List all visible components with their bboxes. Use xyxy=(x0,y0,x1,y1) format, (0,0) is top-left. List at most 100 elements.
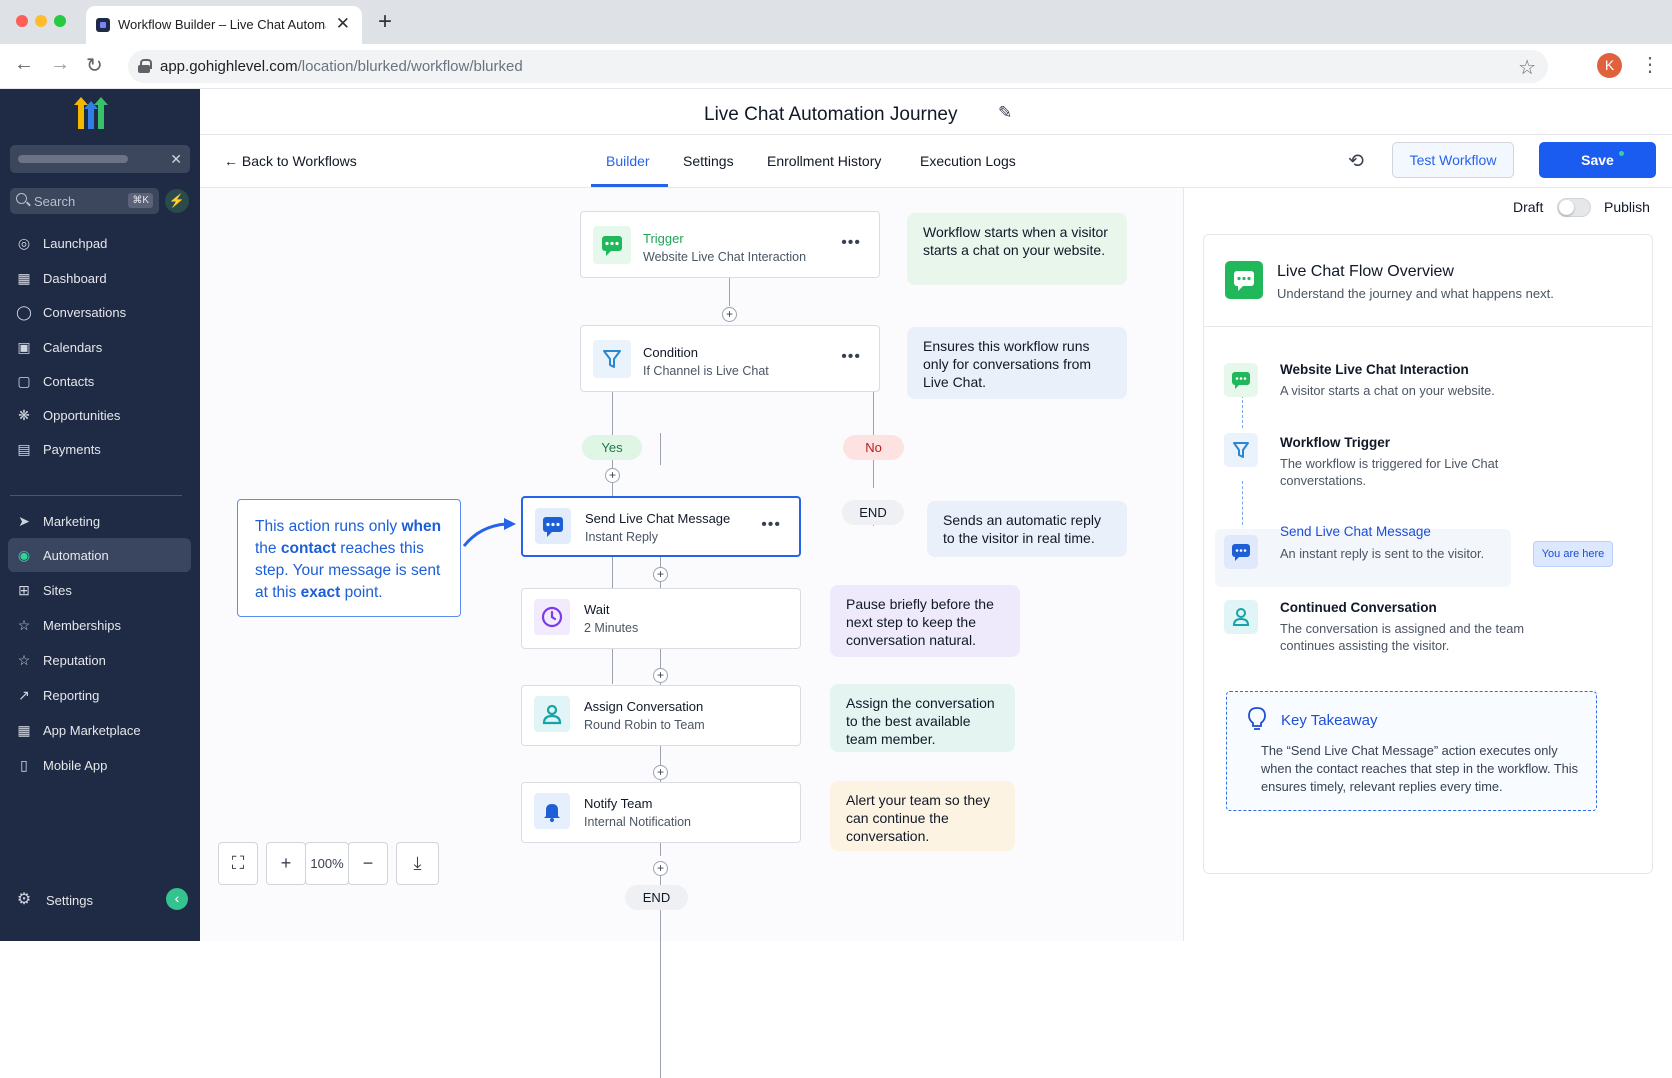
sidebar-item-contacts[interactable]: ▢ Contacts xyxy=(8,364,191,398)
sidebar-item-dashboard[interactable]: ▦ Dashboard xyxy=(8,261,191,295)
callout-arrow-icon xyxy=(462,518,516,547)
sidebar-item-sites[interactable]: ⊞ Sites xyxy=(8,573,191,607)
node-more-icon[interactable]: ••• xyxy=(841,234,861,252)
version-history-icon[interactable]: ⟲ xyxy=(1348,150,1364,173)
sidebar-item-reporting[interactable]: ↗ Reporting xyxy=(8,678,191,712)
sidebar-item-launchpad[interactable]: ◎ Launchpad xyxy=(8,226,191,260)
tab-settings[interactable]: Settings xyxy=(683,153,734,169)
trigger-node[interactable]: Trigger Website Live Chat Interaction ••… xyxy=(580,211,880,278)
browser-tab[interactable]: Workflow Builder – Live Chat Automation … xyxy=(86,6,362,44)
send-note: Sends an automatic reply to the visitor … xyxy=(927,501,1127,557)
add-step-button[interactable]: + xyxy=(653,668,668,683)
condition-note: Ensures this workflow runs only for conv… xyxy=(907,327,1127,399)
sidebar-item-payments[interactable]: ▤ Payments xyxy=(8,432,191,466)
add-step-button[interactable]: + xyxy=(605,468,620,483)
step-title: Workflow Trigger xyxy=(1280,435,1391,450)
sidebar-item-marketing[interactable]: ➤ Marketing xyxy=(8,504,191,538)
sidebar-item-settings[interactable]: ⚙ Settings xyxy=(8,883,191,917)
tab-title: Workflow Builder – Live Chat Automation … xyxy=(118,17,326,32)
browser-menu-icon[interactable]: ⋮ xyxy=(1640,52,1660,77)
star-outline-icon: ☆ xyxy=(17,652,31,668)
close-window-button[interactable] xyxy=(16,15,28,27)
sidebar-item-reputation[interactable]: ☆ Reputation xyxy=(8,643,191,677)
url-field[interactable]: app.gohighlevel.com/location/blurked/wor… xyxy=(128,50,1548,83)
node-more-icon[interactable]: ••• xyxy=(761,516,781,534)
sidebar-item-label: Mobile App xyxy=(43,758,108,773)
location-switcher[interactable]: ✕ xyxy=(10,145,190,173)
sidebar-item-label: Opportunities xyxy=(43,408,121,423)
tab-enrollment-history[interactable]: Enrollment History xyxy=(767,153,881,169)
wait-node[interactable]: Wait 2 Minutes xyxy=(521,588,801,649)
sidebar-item-calendars[interactable]: ▣ Calendars xyxy=(8,330,191,364)
quick-actions-bolt-icon[interactable]: ⚡ xyxy=(165,189,189,213)
save-button[interactable]: Save xyxy=(1539,142,1656,178)
search-placeholder: Search xyxy=(34,194,76,209)
reload-icon[interactable]: ↻ xyxy=(86,53,103,78)
sidebar-item-label: Payments xyxy=(43,442,101,457)
overview-panel: Draft Publish Live Chat Flow Overview Un… xyxy=(1183,188,1672,941)
step-title: Website Live Chat Interaction xyxy=(1280,362,1469,377)
zoom-in-button[interactable]: + xyxy=(266,842,306,885)
back-arrow-icon[interactable]: ← xyxy=(14,53,34,76)
notify-team-node[interactable]: Notify Team Internal Notification xyxy=(521,782,801,843)
send-live-chat-node[interactable]: Send Live Chat Message Instant Reply ••• xyxy=(521,496,801,557)
node-more-icon[interactable]: ••• xyxy=(841,348,861,366)
test-workflow-button[interactable]: Test Workflow xyxy=(1392,142,1514,178)
edit-pencil-icon[interactable]: ✎ xyxy=(998,103,1012,123)
forward-arrow-icon[interactable]: → xyxy=(50,53,70,76)
publish-toggle[interactable] xyxy=(1557,198,1591,217)
profile-avatar[interactable]: K xyxy=(1597,53,1622,78)
bell-icon xyxy=(534,793,570,829)
node-title: Trigger xyxy=(643,231,684,246)
node-title: Send Live Chat Message xyxy=(585,511,731,526)
assign-conversation-node[interactable]: Assign Conversation Round Robin to Team xyxy=(521,685,801,746)
clear-location-icon[interactable]: ✕ xyxy=(170,151,182,168)
download-button[interactable]: ⤓ xyxy=(396,842,439,885)
workflow-title: Live Chat Automation Journey xyxy=(704,104,958,125)
sidebar-search[interactable]: Search ⌘K xyxy=(10,188,159,214)
timeline-connector xyxy=(1242,481,1243,525)
node-title: Condition xyxy=(643,345,698,360)
close-tab-icon[interactable]: ✕ xyxy=(336,14,350,34)
sidebar-item-conversations[interactable]: ◯ Conversations xyxy=(8,295,191,329)
new-tab-icon[interactable]: + xyxy=(378,8,392,36)
sidebar-item-opportunities[interactable]: ❋ Opportunities xyxy=(8,398,191,432)
zoom-out-button[interactable]: − xyxy=(348,842,388,885)
search-shortcut: ⌘K xyxy=(128,193,153,208)
sidebar-item-label: Reporting xyxy=(43,688,100,703)
user-step-icon xyxy=(1224,600,1258,634)
maximize-window-button[interactable] xyxy=(54,15,66,27)
back-to-workflows-link[interactable]: ← Back to Workflows xyxy=(224,153,357,169)
publish-label: Publish xyxy=(1604,199,1650,215)
highlevel-logo-icon xyxy=(74,97,108,129)
add-step-button[interactable]: + xyxy=(653,567,668,582)
tab-execution-logs[interactable]: Execution Logs xyxy=(920,153,1016,169)
zoom-controls: ⛶ + 100% − ⤓ xyxy=(218,842,444,885)
sidebar-item-app-marketplace[interactable]: ▦ App Marketplace xyxy=(8,713,191,747)
workflow-canvas[interactable]: Trigger Website Live Chat Interaction ••… xyxy=(200,188,1183,1078)
minimize-window-button[interactable] xyxy=(35,15,47,27)
back-label: Back to Workflows xyxy=(241,153,357,169)
sidebar-item-mobile-app[interactable]: ▯ Mobile App xyxy=(8,748,191,782)
fit-screen-button[interactable]: ⛶ xyxy=(218,842,258,885)
filter-icon xyxy=(593,340,631,378)
sidebar-item-memberships[interactable]: ☆ Memberships xyxy=(8,608,191,642)
message-step-icon xyxy=(1224,535,1258,569)
tab-builder[interactable]: Builder xyxy=(606,153,650,169)
add-step-button[interactable]: + xyxy=(653,765,668,780)
sidebar-divider xyxy=(10,495,182,496)
rocket-icon: ◎ xyxy=(17,235,31,251)
add-step-button[interactable]: + xyxy=(653,861,668,876)
bookmark-star-icon[interactable]: ☆ xyxy=(1518,55,1536,80)
phone-icon: ▯ xyxy=(20,757,28,773)
condition-node[interactable]: Condition If Channel is Live Chat ••• xyxy=(580,325,880,392)
add-step-button[interactable]: + xyxy=(722,307,737,322)
notify-note: Alert your team so they can continue the… xyxy=(830,781,1015,851)
grid-icon: ▦ xyxy=(17,270,31,286)
active-tab-indicator xyxy=(591,184,668,187)
sidebar-item-automation[interactable]: ◉ Automation xyxy=(8,538,191,572)
url-text: app.gohighlevel.com/location/blurked/wor… xyxy=(160,58,523,75)
address-bar-row: ← → ↻ app.gohighlevel.com/location/blurk… xyxy=(0,44,1672,89)
draft-label: Draft xyxy=(1513,199,1544,215)
collapse-sidebar-button[interactable]: ‹ xyxy=(166,888,188,910)
